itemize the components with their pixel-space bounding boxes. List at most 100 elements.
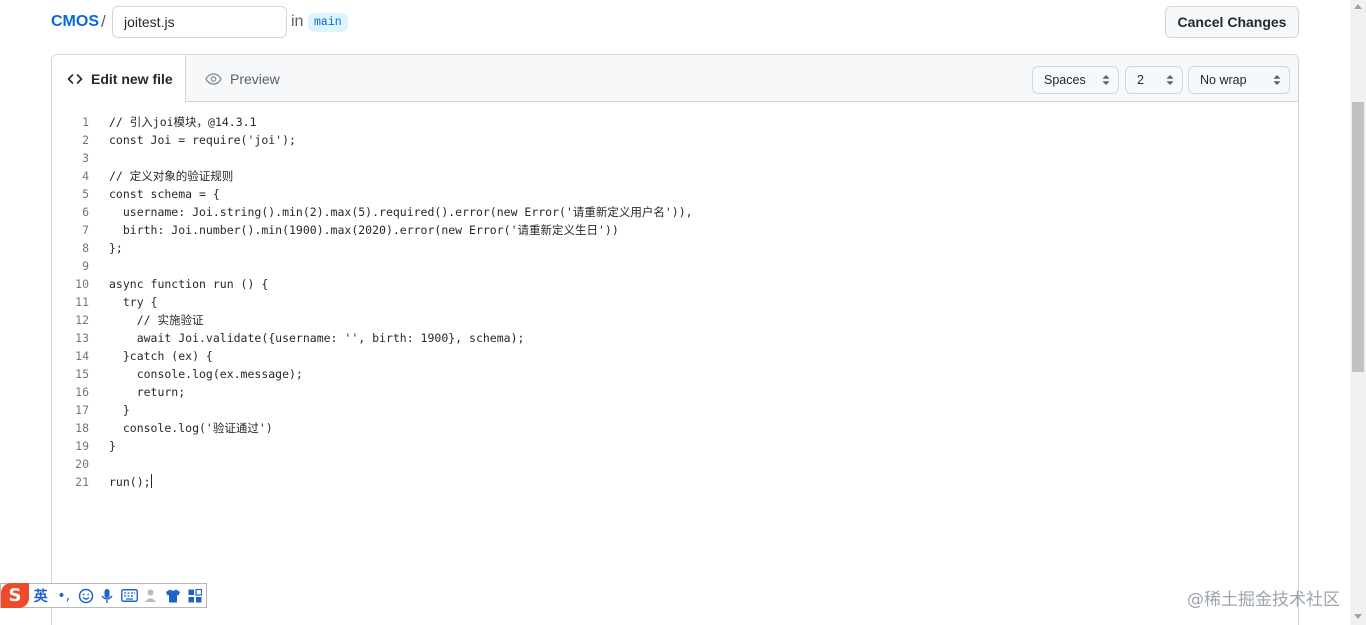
line-text: } xyxy=(109,403,130,417)
line-number: 4 xyxy=(82,169,89,183)
scroll-down-arrow-icon[interactable] xyxy=(1354,614,1362,619)
line-text: birth: Joi.number().min(1900).max(2020).… xyxy=(109,223,619,237)
code-icon xyxy=(67,71,83,87)
code-line[interactable]: 12 // 实施验证 xyxy=(52,311,1298,329)
code-line[interactable]: 14 }catch (ex) { xyxy=(52,347,1298,365)
microphone-icon[interactable] xyxy=(97,583,119,608)
line-text: username: Joi.string().min(2).max(5).req… xyxy=(109,205,693,219)
path-separator: / xyxy=(101,12,106,31)
line-number: 9 xyxy=(82,259,89,273)
tab-label: Edit new file xyxy=(91,71,173,87)
text-cursor xyxy=(150,474,152,488)
line-number: 2 xyxy=(82,133,89,147)
user-icon[interactable] xyxy=(140,583,162,608)
select-caret-icon xyxy=(1102,75,1110,85)
scroll-up-arrow-icon[interactable] xyxy=(1354,4,1362,9)
indent-mode-value: Spaces xyxy=(1044,73,1086,87)
indent-mode-select[interactable]: Spaces xyxy=(1032,66,1119,94)
code-line[interactable]: 21 run(); xyxy=(52,473,1298,491)
code-line[interactable]: 19} xyxy=(52,437,1298,455)
line-text: // 实施验证 xyxy=(109,313,204,327)
line-text: await Joi.validate({username: '', birth:… xyxy=(109,331,525,345)
line-number: 17 xyxy=(75,403,89,417)
code-line[interactable]: 5 const schema = { xyxy=(52,185,1298,203)
skin-icon[interactable] xyxy=(162,583,184,608)
line-text: // 引入joi模块，@14.3.1 xyxy=(109,115,257,129)
tab-preview[interactable]: Preview xyxy=(205,55,280,102)
ime-toolbar: S 英 •, xyxy=(0,583,207,608)
select-caret-icon xyxy=(1273,75,1281,85)
watermark: @稀土掘金技术社区 xyxy=(1187,590,1340,610)
line-number: 6 xyxy=(82,205,89,219)
indent-size-value: 2 xyxy=(1137,73,1144,87)
repo-link[interactable]: CMOS xyxy=(51,13,99,31)
line-number: 1 xyxy=(82,115,89,129)
line-text: const Joi = require('joi'); xyxy=(109,133,296,147)
line-text: try { xyxy=(109,295,158,309)
file-editor: Edit new file Preview Spaces 2 No wrap 1… xyxy=(51,54,1299,625)
editor-toolbar: Edit new file Preview Spaces 2 No wrap xyxy=(52,55,1298,103)
line-number: 19 xyxy=(75,439,89,453)
code-line[interactable]: 8}; xyxy=(52,239,1298,257)
code-line[interactable]: 6 username: Joi.string().min(2).max(5).r… xyxy=(52,203,1298,221)
line-number: 20 xyxy=(75,457,89,471)
ime-language-toggle[interactable]: 英 xyxy=(29,583,53,608)
line-number: 3 xyxy=(82,151,89,165)
code-editor[interactable]: 1 // 引入joi模块，@14.3.1 2 const Joi = require(… xyxy=(52,113,1298,491)
line-text: }; xyxy=(109,241,123,255)
in-label: in xyxy=(291,13,304,30)
code-line[interactable]: 16 return; xyxy=(52,383,1298,401)
line-number: 12 xyxy=(75,313,89,327)
line-number: 15 xyxy=(75,367,89,381)
line-number: 5 xyxy=(82,187,89,201)
cancel-changes-button[interactable]: Cancel Changes xyxy=(1165,6,1299,38)
code-line[interactable]: 2 const Joi = require('joi'); xyxy=(52,131,1298,149)
emoji-icon[interactable] xyxy=(75,583,97,608)
wrap-mode-select[interactable]: No wrap xyxy=(1188,66,1290,94)
line-text: console.log('验证通过') xyxy=(109,421,273,435)
tab-label: Preview xyxy=(230,70,280,87)
line-number: 13 xyxy=(75,331,89,345)
code-line[interactable]: 17 } xyxy=(52,401,1298,419)
file-path-bar: CMOS / in main Cancel Changes xyxy=(0,0,1350,46)
line-text: } xyxy=(109,439,116,453)
line-text: // 定义对象的验证规则 xyxy=(109,169,234,183)
line-text: console.log(ex.message); xyxy=(109,367,303,381)
code-line[interactable]: 13 await Joi.validate({username: '', bir… xyxy=(52,329,1298,347)
indent-size-select[interactable]: 2 xyxy=(1125,66,1183,94)
code-line[interactable]: 7 birth: Joi.number().min(1900).max(2020… xyxy=(52,221,1298,239)
line-text: return; xyxy=(109,385,186,399)
code-line[interactable]: 4 // 定义对象的验证规则 xyxy=(52,167,1298,185)
line-text: run(); xyxy=(109,474,152,489)
code-line[interactable]: 3 xyxy=(52,149,1298,167)
line-number: 11 xyxy=(75,295,89,309)
keyboard-icon[interactable] xyxy=(118,583,140,608)
line-number: 10 xyxy=(75,277,89,291)
code-line[interactable]: 10 async function run () { xyxy=(52,275,1298,293)
tab-edit-new-file[interactable]: Edit new file xyxy=(52,55,186,103)
code-line[interactable]: 20 xyxy=(52,455,1298,473)
code-line[interactable]: 1 // 引入joi模块，@14.3.1 xyxy=(52,113,1298,131)
line-number: 18 xyxy=(75,421,89,435)
grid-icon[interactable] xyxy=(184,583,206,608)
code-line[interactable]: 15 console.log(ex.message); xyxy=(52,365,1298,383)
code-line[interactable]: 11 try { xyxy=(52,293,1298,311)
line-number: 21 xyxy=(75,475,89,489)
code-line[interactable]: 9 xyxy=(52,257,1298,275)
line-number: 14 xyxy=(75,349,89,363)
wrap-mode-value: No wrap xyxy=(1200,73,1247,87)
ime-punctuation-toggle[interactable]: •, xyxy=(53,583,75,608)
eye-icon xyxy=(205,71,222,87)
branch-badge: main xyxy=(308,13,348,32)
filename-input[interactable] xyxy=(112,6,287,38)
line-text: async function run () { xyxy=(109,277,269,291)
line-text: }catch (ex) { xyxy=(109,349,213,363)
line-number: 16 xyxy=(75,385,89,399)
line-number: 8 xyxy=(82,241,89,255)
line-number: 7 xyxy=(82,223,89,237)
ime-logo-icon[interactable]: S xyxy=(1,583,29,608)
scrollbar-thumb[interactable] xyxy=(1352,102,1364,372)
line-text: const schema = { xyxy=(109,187,220,201)
code-line[interactable]: 18 console.log('验证通过') xyxy=(52,419,1298,437)
select-caret-icon xyxy=(1166,75,1174,85)
